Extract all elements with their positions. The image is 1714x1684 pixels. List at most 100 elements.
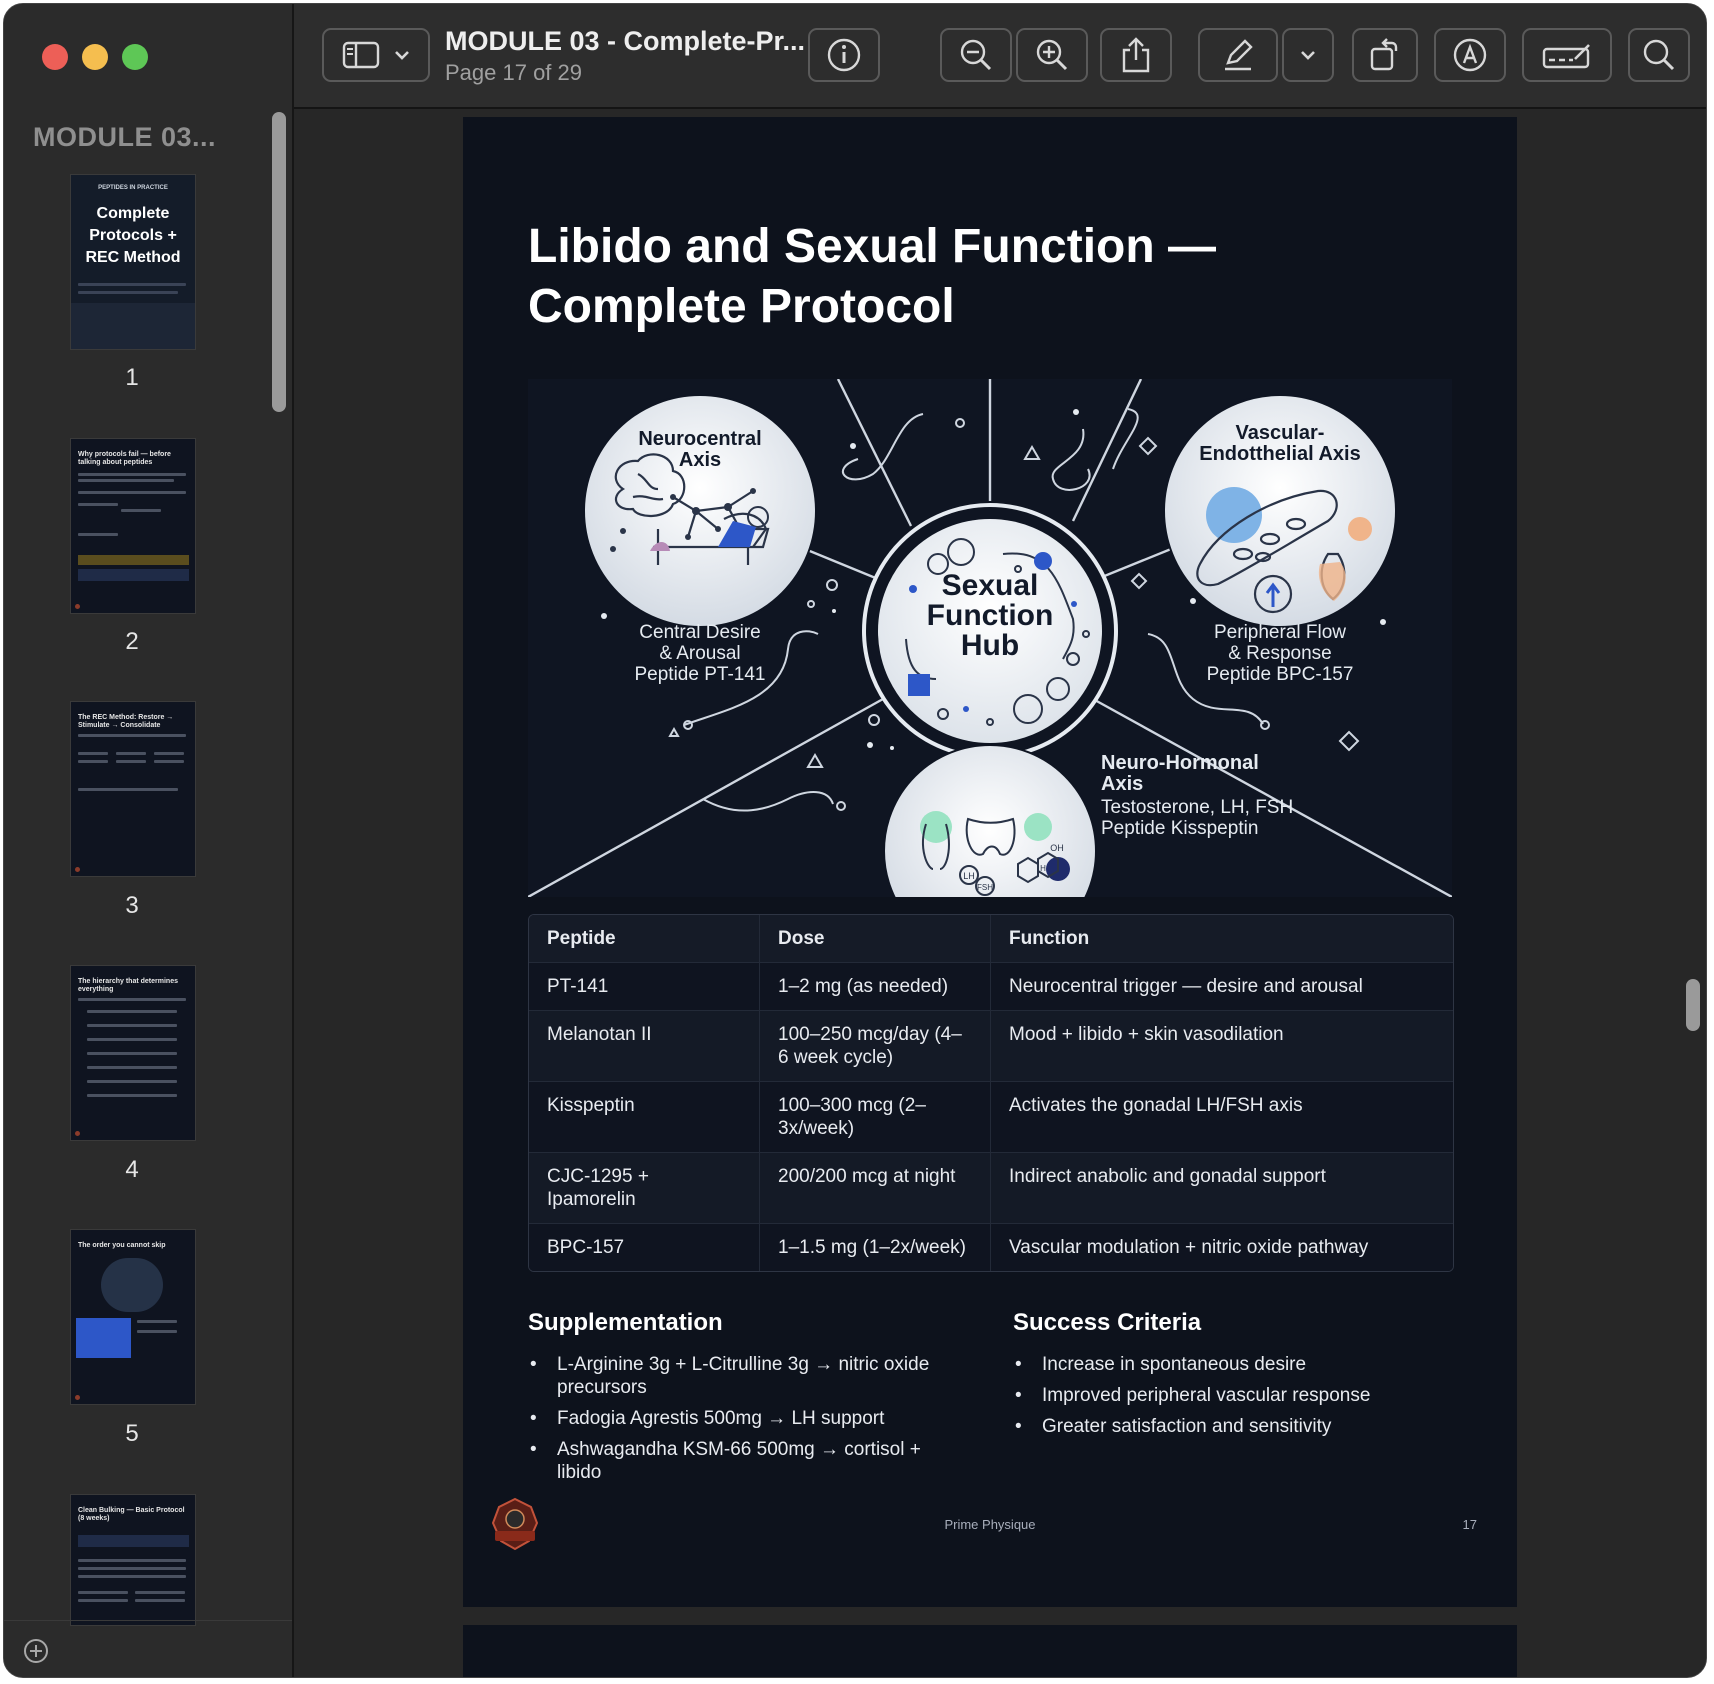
supplementation-heading: Supplementation [528, 1309, 723, 1336]
sidebar-scrollbar[interactable] [272, 112, 286, 412]
sidebar-title: MODULE 03... [33, 122, 217, 152]
peptide-table: Peptide Dose Function PT-141 1–2 mg (as … [528, 914, 1454, 1272]
zoom-out-button[interactable] [940, 28, 1012, 82]
markup-icon [1452, 37, 1488, 73]
hormonal-caption: Testosterone, LH, FSH Peptide Kisspeptin [1101, 797, 1361, 839]
list-item: Ashwagandha KSM-66 500mg → cortisol + li… [528, 1438, 948, 1484]
hormonal-axis-title: Neuro-Hormonal Axis [1101, 752, 1259, 795]
search-icon [1641, 37, 1677, 73]
oh-label: OH [1050, 843, 1064, 853]
function-cell: Vascular modulation + nitric oxide pathw… [1009, 1237, 1369, 1258]
thumbnail-page-number: 1 [125, 364, 139, 391]
peptide-cell: CJC-1295 + Ipamorelin [529, 1153, 760, 1223]
caption-line: & Arousal [659, 643, 741, 664]
supplementation-list: L-Arginine 3g + L-Citrulline 3g → nitric… [528, 1353, 948, 1492]
caption-line: Peripheral Flow [1214, 622, 1346, 643]
function-cell: Mood + libido + skin vasodilation [1009, 1024, 1284, 1045]
thumbnail-page-number: 2 [125, 628, 139, 655]
caption-line: Testosterone, LH, FSH [1101, 797, 1294, 818]
minimize-window-button[interactable] [82, 44, 108, 70]
chevron-down-icon [394, 49, 410, 61]
table-row: PT-141 1–2 mg (as needed) Neurocentral t… [529, 962, 1453, 1010]
dose-cell: 1–2 mg (as needed) [760, 963, 991, 1010]
annotate-button[interactable] [1522, 28, 1612, 82]
highlight-button[interactable] [1434, 28, 1506, 82]
rotate-icon [1368, 37, 1402, 73]
markup-pen-button[interactable] [1198, 28, 1278, 82]
thumbnail-title: Why protocols fail — before talking abou… [78, 451, 171, 466]
thumbnail-title: The REC Method: Restore → Stimulate → Co… [78, 714, 174, 729]
sidebar-divider [4, 1620, 292, 1621]
page-indicator: Page 17 of 29 [445, 60, 583, 85]
list-item: Increase in spontaneous desire [1013, 1353, 1453, 1376]
chevron-down-icon [1300, 49, 1316, 61]
info-icon [826, 37, 862, 73]
function-cell: Neurocentral trigger — desire and arousa… [1009, 976, 1363, 997]
document-title: MODULE 03 - Complete-Pr... [445, 26, 806, 56]
add-page-button[interactable] [24, 1639, 48, 1663]
thumbnail-kicker: PEPTIDES IN PRACTICE [98, 185, 168, 191]
list-item: Fadogia Agrestis 500mg → LH support [528, 1407, 948, 1430]
function-cell: Indirect anabolic and gonadal support [1009, 1166, 1326, 1187]
search-button[interactable] [1628, 28, 1690, 82]
thumbnail-title: The hierarchy that determines everything [78, 978, 178, 993]
table-row: Melanotan II 100–250 mcg/day (4–6 week c… [529, 1010, 1453, 1081]
rotate-button[interactable] [1352, 28, 1418, 82]
info-button[interactable] [808, 28, 880, 82]
vascular-axis-title: Vascular-Endotthelial Axis [1199, 422, 1361, 465]
page-title: Libido and Sexual Function — Complete Pr… [528, 220, 1217, 333]
page-thumbnail-5[interactable]: The order you cannot skip [70, 1229, 196, 1405]
close-window-button[interactable] [42, 44, 68, 70]
footer-page-number: 17 [1462, 1517, 1477, 1532]
dose-cell: 100–250 mcg/day (4–6 week cycle) [760, 1011, 991, 1081]
page-thumbnail-1[interactable]: PEPTIDES IN PRACTICE Complete Protocols … [70, 174, 196, 350]
vascular-caption: Peripheral Flow & Response Peptide BPC-1… [1180, 622, 1380, 685]
page-thumbnail-2[interactable]: Why protocols fail — before talking abou… [70, 438, 196, 614]
page-thumbnail-3[interactable]: The REC Method: Restore → Stimulate → Co… [70, 701, 196, 877]
hub-label: Sexual Function Hub [926, 569, 1054, 662]
pencil-icon [1220, 37, 1256, 73]
function-cell: Activates the gonadal LH/FSH axis [1009, 1095, 1303, 1116]
footer-brand: Prime Physique [944, 1517, 1036, 1532]
table-header-row: Peptide Dose Function [529, 915, 1453, 962]
zoom-window-button[interactable] [122, 44, 148, 70]
peptide-cell: Kisspeptin [529, 1082, 760, 1152]
lh-label: LH [963, 871, 975, 881]
table-row: BPC-157 1–1.5 mg (1–2x/week) Vascular mo… [529, 1223, 1453, 1271]
neurocentral-axis-title: Neurocentral Axis [638, 428, 762, 471]
dose-cell: 100–300 mcg (2–3x/week) [760, 1082, 991, 1152]
page-thumbnail-6[interactable]: Clean Bulking — Basic Protocol (8 weeks) [70, 1494, 196, 1626]
list-item: Improved peripheral vascular response [1013, 1384, 1453, 1407]
peptide-cell: BPC-157 [529, 1224, 760, 1271]
dose-cell: 200/200 mcg at night [760, 1153, 991, 1223]
signature-icon [1541, 39, 1593, 71]
h-label: H [1040, 864, 1046, 873]
column-header: Function [1009, 928, 1090, 949]
sidebar-toggle-button[interactable] [322, 28, 430, 82]
column-header: Dose [760, 915, 991, 962]
sexual-function-diagram: LH FSH OH H Sexual Function Hub Neurocen… [528, 379, 1452, 897]
list-item: Greater satisfaction and sensitivity [1013, 1415, 1453, 1438]
document-viewer[interactable]: Libido and Sexual Function — Complete Pr… [294, 109, 1706, 1677]
preview-window: MODULE 03... PEPTIDES IN PRACTICE Comple… [3, 3, 1707, 1678]
column-header: Peptide [529, 915, 760, 962]
thumbnail-title: Complete Protocols + REC Method [85, 205, 181, 266]
share-button[interactable] [1100, 28, 1172, 82]
zoom-in-button[interactable] [1016, 28, 1088, 82]
markup-options-button[interactable] [1282, 28, 1334, 82]
table-row: CJC-1295 + Ipamorelin 200/200 mcg at nig… [529, 1152, 1453, 1223]
success-criteria-heading: Success Criteria [1013, 1309, 1202, 1336]
document-scrollbar[interactable] [1686, 979, 1700, 1031]
page-thumbnail-4[interactable]: The hierarchy that determines everything [70, 965, 196, 1141]
thumbnail-page-number: 4 [125, 1156, 139, 1183]
caption-line: Peptide PT-141 [634, 664, 766, 685]
thumbnail-page-number: 3 [125, 892, 139, 919]
thumbnail-sidebar: MODULE 03... PEPTIDES IN PRACTICE Comple… [4, 4, 294, 1677]
success-criteria-list: Increase in spontaneous desire Improved … [1013, 1353, 1453, 1446]
caption-line: Peptide BPC-157 [1206, 664, 1354, 685]
peptide-cell: PT-141 [529, 963, 760, 1010]
toolbar: MODULE 03 - Complete-Pr... Page 17 of 29 [294, 4, 1706, 109]
plus-icon [30, 1645, 42, 1657]
thumbnail-title: The order you cannot skip [78, 1242, 166, 1249]
pdf-page-17: Libido and Sexual Function — Complete Pr… [463, 117, 1517, 1607]
